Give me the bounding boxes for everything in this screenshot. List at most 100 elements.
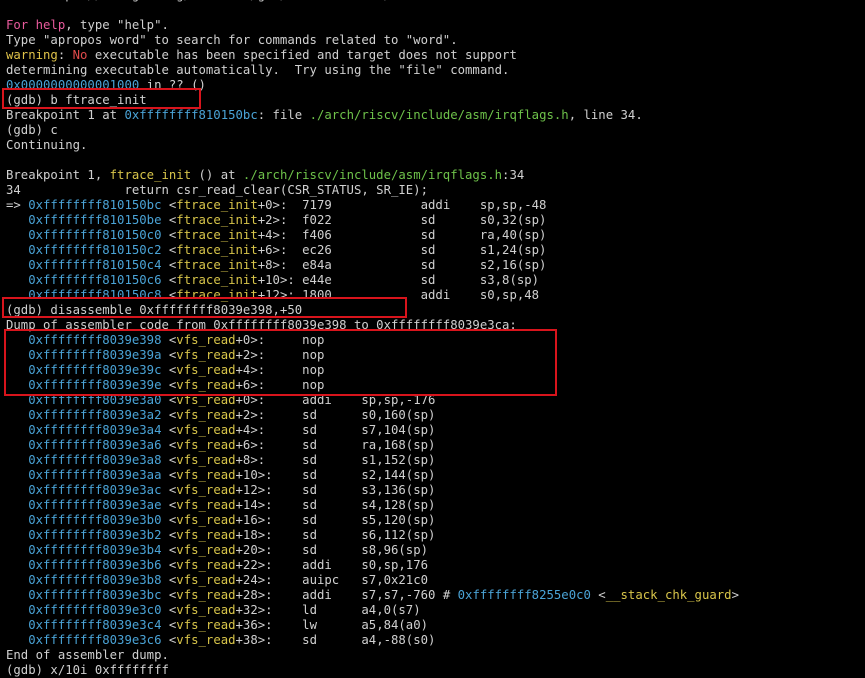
terminal-line: 0x0000000000001000 in ?? () [6,78,865,93]
terminal-text: +0>: addi sp,sp,-176 [235,393,436,407]
terminal-text: Continuing. [6,138,88,152]
terminal-text: 0xffffffff8039e3ae [28,498,162,512]
terminal-text: : [57,48,73,62]
terminal-line: 0xffffffff8039e3aa <vfs_read+10>: sd s2,… [6,468,865,483]
terminal-text: vfs_read [176,333,236,347]
terminal-line: 0xffffffff810150be <ftrace_init+2>: f022… [6,213,865,228]
terminal-text: Breakpoint 1 at [6,108,125,122]
terminal-text: 0xffffffff8039e3b6 [28,558,162,572]
terminal-line: determining executable automatically. Tr… [6,63,865,78]
terminal-text: (gdb) x/10i 0xffffffff [6,663,169,677]
terminal-text: ftrace_init [176,273,258,287]
terminal-text: < [161,603,177,617]
terminal-text: < [161,483,177,497]
terminal-text: +6>: sd ra,168(sp) [235,438,436,452]
terminal-line: End of assembler dump. [6,648,865,663]
terminal-text: +12>: 1800 addi s0,sp,48 [257,288,540,302]
terminal-text: ftrace_init [176,213,258,227]
terminal-output[interactable]: <https://www.gnu.org/software/gdb/docume… [6,0,865,678]
terminal-line: 0xffffffff8039e3a2 <vfs_read+2>: sd s0,1… [6,408,865,423]
terminal-text: 0xffffffff8039e3b4 [28,543,162,557]
terminal-text: , type "help". [65,18,169,32]
terminal-text: > [731,588,739,602]
terminal-text: < [161,243,177,257]
terminal-text: executable has been specified and target… [87,48,517,62]
terminal-text: ftrace_init [176,243,258,257]
terminal-text: vfs_read [176,633,236,647]
terminal-text: +22>: addi s0,sp,176 [235,558,429,572]
terminal-text: +6>: nop [235,378,325,392]
terminal-text: Dump of assembler code from 0xffffffff80… [6,318,517,332]
terminal-text: +14>: sd s4,128(sp) [235,498,436,512]
terminal-text: End of assembler dump. [6,648,169,662]
terminal-text: ./arch/riscv/include/asm/irqflags.h [242,168,503,182]
terminal-text: ftrace_init [176,198,258,212]
terminal-line: 0xffffffff8039e3a4 <vfs_read+4>: sd s7,1… [6,423,865,438]
terminal-text: +10>: e44e sd s3,8(sp) [257,273,540,287]
terminal-text: < [161,573,177,587]
terminal-text: vfs_read [176,588,236,602]
terminal-text: ftrace_init [176,228,258,242]
terminal-text: < [161,528,177,542]
terminal-text: < [161,543,177,557]
terminal-line: 0xffffffff8039e3c4 <vfs_read+36>: lw a5,… [6,618,865,633]
terminal-line: 0xffffffff810150c8 <ftrace_init+12>: 180… [6,288,865,303]
terminal-text: 0xffffffff8039e3b2 [28,528,162,542]
terminal-line: 0xffffffff810150c6 <ftrace_init+10>: e44… [6,273,865,288]
terminal-text: 0xffffffff8039e3a0 [28,393,162,407]
terminal-text: vfs_read [176,348,236,362]
terminal-text: +18>: sd s6,112(sp) [235,528,436,542]
terminal-text: < [161,468,177,482]
terminal-line: 0xffffffff8039e3b0 <vfs_read+16>: sd s5,… [6,513,865,528]
terminal-text: vfs_read [176,483,236,497]
terminal-line: 34 return csr_read_clear(CSR_STATUS, SR_… [6,183,865,198]
terminal-text: +32>: ld a4,0(s7) [235,603,421,617]
terminal-text: +24>: auipc s7,0x21c0 [235,573,429,587]
terminal-line: 0xffffffff8039e398 <vfs_read+0>: nop [6,333,865,348]
terminal-text: Type "apropos word" to search for comman… [6,33,458,47]
terminal-line: 0xffffffff8039e39a <vfs_read+2>: nop [6,348,865,363]
terminal-text: 0xffffffff8039e3c4 [28,618,162,632]
terminal-line: 0xffffffff8039e3bc <vfs_read+28>: addi s… [6,588,865,603]
terminal-text: => [6,198,29,212]
terminal-text: +8>: e84a sd s2,16(sp) [257,258,547,272]
terminal-text: ftrace_init [109,168,192,182]
terminal-text: < [161,258,177,272]
terminal-text: vfs_read [176,573,236,587]
terminal-text: +4>: nop [235,363,325,377]
terminal-text: vfs_read [176,378,236,392]
terminal-text: vfs_read [176,363,236,377]
terminal-line: 0xffffffff8039e39e <vfs_read+6>: nop [6,378,865,393]
terminal-text: +4>: f406 sd ra,40(sp) [257,228,547,242]
terminal-text: 0xffffffff810150c8 [28,288,162,302]
terminal-text: vfs_read [176,423,236,437]
terminal-text: determining executable automatically. Tr… [6,63,510,77]
terminal-text: < [161,288,177,302]
terminal-text: +28>: addi s7,s7,-760 # [235,588,458,602]
terminal-text: 0xffffffff8039e3a2 [28,408,162,422]
terminal-line: 0xffffffff8039e3ac <vfs_read+12>: sd s3,… [6,483,865,498]
terminal-text: :34 [502,168,525,182]
terminal-text: vfs_read [176,618,236,632]
terminal-text: vfs_read [176,558,236,572]
terminal-line: Dump of assembler code from 0xffffffff80… [6,318,865,333]
terminal-text: 0xffffffff8039e3b8 [28,573,162,587]
terminal-text: () at [191,168,243,182]
